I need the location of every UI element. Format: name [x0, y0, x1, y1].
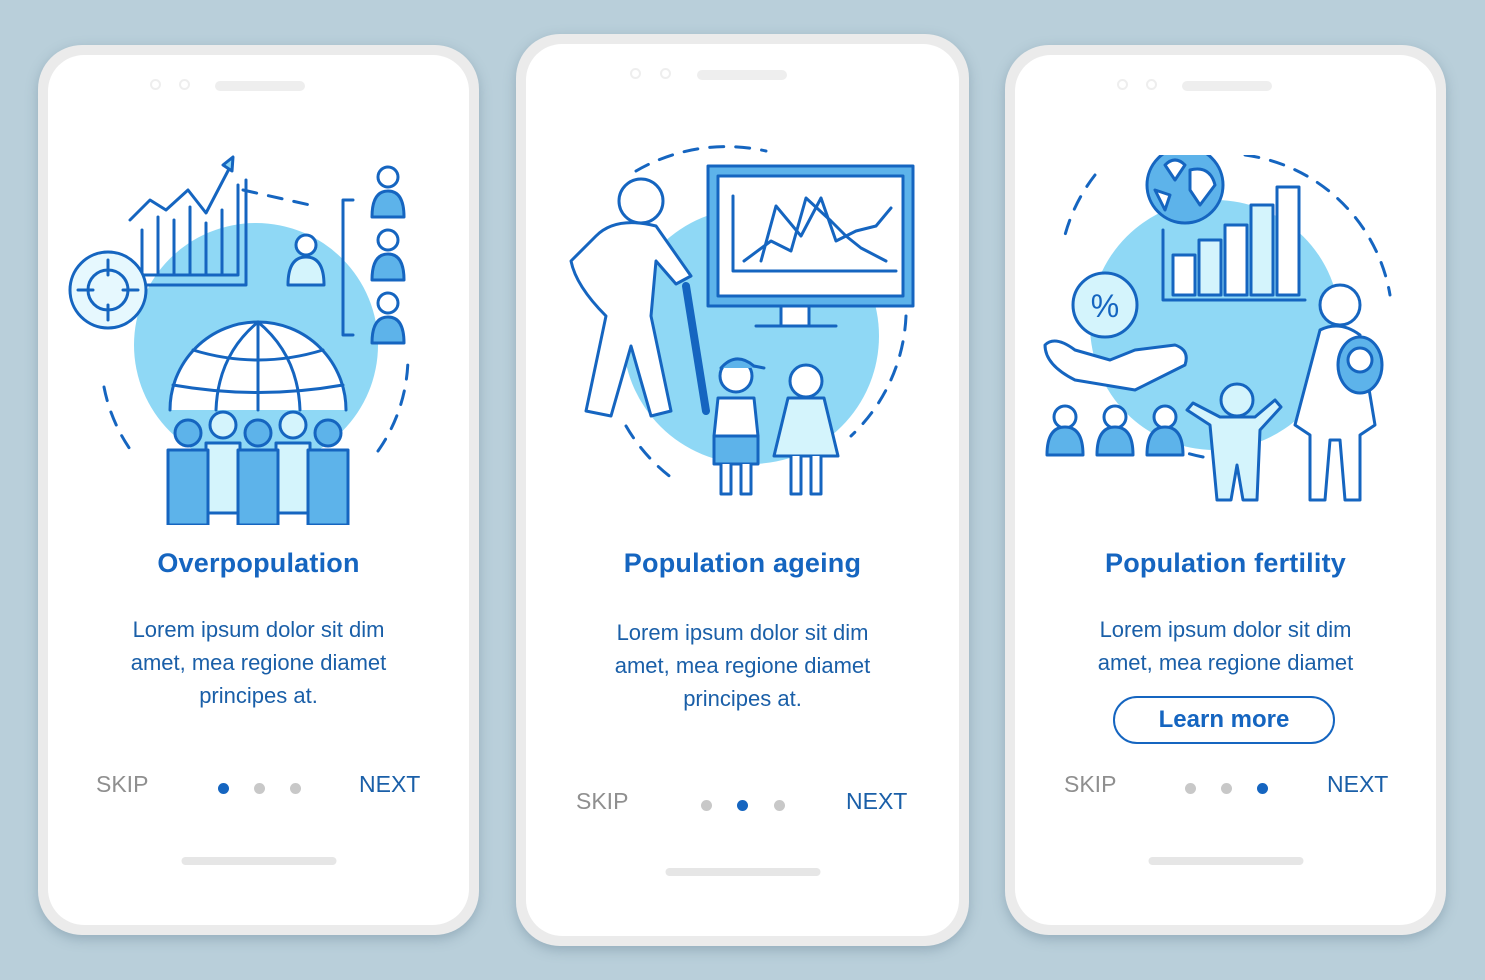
screen-title: Population fertility [1104, 548, 1346, 578]
next-button[interactable]: NEXT [359, 771, 420, 798]
svg-text:%: % [1091, 288, 1119, 324]
page-dot[interactable] [701, 800, 712, 811]
home-indicator [665, 868, 820, 876]
description-line: principes at. [683, 686, 802, 711]
phone-screen: % Population fertility Lorem ipsum dolor… [1015, 55, 1436, 925]
onboarding-nav: SKIP NEXT [526, 788, 959, 818]
home-indicator [1148, 857, 1303, 865]
speaker-grille [697, 70, 787, 80]
phone-notch [1015, 77, 1436, 93]
dashed-arc [241, 188, 312, 207]
page-dot-active[interactable] [1257, 783, 1268, 794]
onboarding-nav: SKIP NEXT [48, 771, 469, 801]
sensor-icon [660, 68, 671, 79]
onboarding-screen-population-ageing: Population ageing Lorem ipsum dolor sit … [516, 34, 969, 946]
phone-screen: Overpopulation Lorem ipsum dolor sit dim… [48, 55, 469, 925]
home-indicator [181, 857, 336, 865]
screen-description: Lorem ipsum dolor sit dim amet, mea regi… [556, 616, 929, 715]
camera-icon [630, 68, 641, 79]
speaker-grille [1182, 81, 1272, 91]
dashed-arc [376, 355, 410, 453]
people-group-icon [1045, 404, 1185, 457]
page-dot[interactable] [290, 783, 301, 794]
page-dot[interactable] [774, 800, 785, 811]
description-line: principes at. [199, 683, 318, 708]
next-button[interactable]: NEXT [1327, 771, 1388, 798]
onboarding-screen-population-fertility: % Population fertility Lorem ipsum dolor… [1005, 45, 1446, 935]
description-line: Lorem ipsum dolor sit dim [1099, 617, 1352, 642]
sensor-icon [1146, 79, 1157, 90]
description-line: amet, mea regione diamet [614, 653, 871, 678]
camera-icon [150, 79, 161, 90]
page-dot[interactable] [1221, 783, 1232, 794]
page-dot-active[interactable] [218, 783, 229, 794]
learn-more-button[interactable]: Learn more [1113, 696, 1335, 744]
person-group-icon [370, 165, 406, 345]
onboarding-nav: SKIP NEXT [1015, 771, 1436, 801]
crowd-icon [166, 410, 350, 525]
overpopulation-illustration [68, 155, 410, 525]
description-line: amet, mea regione diamet [1097, 650, 1354, 675]
next-button[interactable]: NEXT [846, 788, 907, 815]
page-dot[interactable] [254, 783, 265, 794]
target-icon [68, 250, 148, 330]
screen-description: Lorem ipsum dolor sit dim amet, mea regi… [1045, 613, 1406, 679]
skip-button[interactable]: SKIP [576, 788, 628, 815]
skip-button[interactable]: SKIP [1064, 771, 1116, 798]
description-line: amet, mea regione diamet [130, 650, 387, 675]
camera-icon [1117, 79, 1128, 90]
description-line: Lorem ipsum dolor sit dim [616, 620, 869, 645]
population-ageing-illustration [569, 145, 915, 496]
earth-globe-icon [1145, 155, 1225, 225]
dashed-arc [1063, 173, 1097, 237]
speaker-grille [215, 81, 305, 91]
dashed-arc [102, 385, 134, 454]
phone-notch [48, 77, 469, 93]
description-line: Lorem ipsum dolor sit dim [132, 617, 385, 642]
monitor-chart-icon [706, 164, 915, 328]
onboarding-screen-overpopulation: Overpopulation Lorem ipsum dolor sit dim… [38, 45, 479, 935]
screen-title: Overpopulation [157, 548, 360, 578]
population-fertility-illustration: % [1043, 155, 1392, 502]
screen-title: Population ageing [623, 548, 862, 578]
skip-button[interactable]: SKIP [96, 771, 148, 798]
screen-description: Lorem ipsum dolor sit dim amet, mea regi… [78, 613, 439, 712]
page-dot-active[interactable] [737, 800, 748, 811]
phone-screen: Population ageing Lorem ipsum dolor sit … [526, 44, 959, 936]
phone-notch [526, 66, 959, 82]
dashed-arc [624, 424, 678, 483]
sensor-icon [179, 79, 190, 90]
page-dot[interactable] [1185, 783, 1196, 794]
